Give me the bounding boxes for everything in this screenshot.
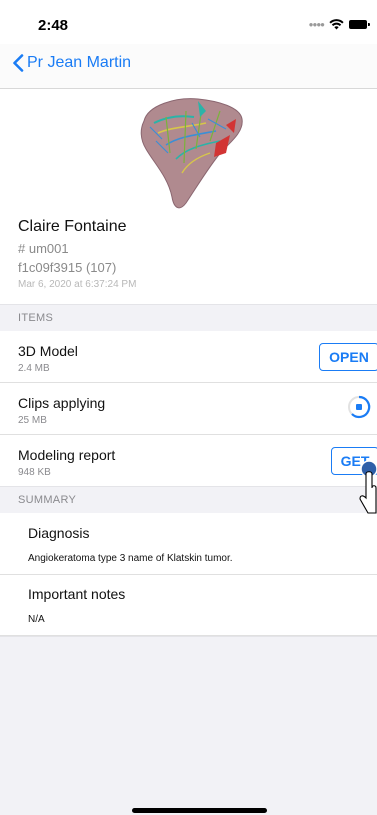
study-date: Mar 6, 2020 at 6:37:24 PM — [18, 279, 137, 290]
notes-text: N/A — [28, 614, 45, 625]
patient-info: Claire Fontaine # um001 f1c09f3915 (107)… — [18, 218, 136, 290]
wifi-icon — [329, 19, 344, 30]
patient-name: Claire Fontaine — [18, 218, 127, 235]
item-row-modeling-report[interactable]: Modeling report 948 KB GET — [0, 435, 377, 487]
back-label: Pr Jean Martin — [27, 54, 132, 71]
diagnosis-block: Diagnosis Angiokeratoma type 3 name of K… — [0, 513, 377, 575]
study-id: f1c09f3915 (107) — [18, 260, 117, 275]
chevron-left-icon — [13, 54, 24, 72]
status-icons: ●●●● — [308, 19, 370, 30]
home-indicator[interactable] — [132, 808, 267, 813]
open-button[interactable]: OPEN — [319, 343, 377, 371]
summary-header-label: SUMMARY — [18, 494, 77, 506]
battery-icon — [349, 20, 370, 29]
back-button[interactable]: Pr Jean Martin — [12, 54, 131, 72]
item-title: Modeling report — [18, 447, 116, 463]
important-notes-block: Important notes N/A — [0, 575, 377, 636]
diagnosis-title: Diagnosis — [28, 525, 90, 541]
summary-section-header: SUMMARY — [0, 486, 377, 514]
item-size: 2.4 MB — [18, 363, 50, 374]
diagnosis-text: Angiokeratoma type 3 name of Klatskin tu… — [28, 553, 233, 564]
item-size: 25 MB — [18, 415, 47, 426]
status-bar: 2:48 ●●●● — [0, 0, 377, 44]
model-preview — [0, 89, 377, 216]
download-progress-icon[interactable] — [347, 395, 371, 419]
cellular-dots-icon: ●●●● — [308, 20, 325, 29]
item-title: Clips applying — [18, 395, 106, 411]
navigation-bar: Pr Jean Martin — [0, 44, 377, 89]
empty-background — [0, 636, 377, 815]
hand-pointer-icon — [359, 460, 377, 514]
item-title: 3D Model — [18, 343, 78, 359]
items-header-label: ITEMS — [18, 312, 54, 324]
liver-model-image — [140, 98, 243, 209]
items-section-header: ITEMS — [0, 304, 377, 332]
item-row-3d-model[interactable]: 3D Model 2.4 MB OPEN — [0, 331, 377, 383]
patient-id: # um001 — [18, 241, 69, 256]
item-row-clips-applying[interactable]: Clips applying 25 MB — [0, 383, 377, 435]
notes-title: Important notes — [28, 586, 126, 602]
item-size: 948 KB — [18, 467, 51, 478]
status-time: 2:48 — [38, 17, 69, 34]
